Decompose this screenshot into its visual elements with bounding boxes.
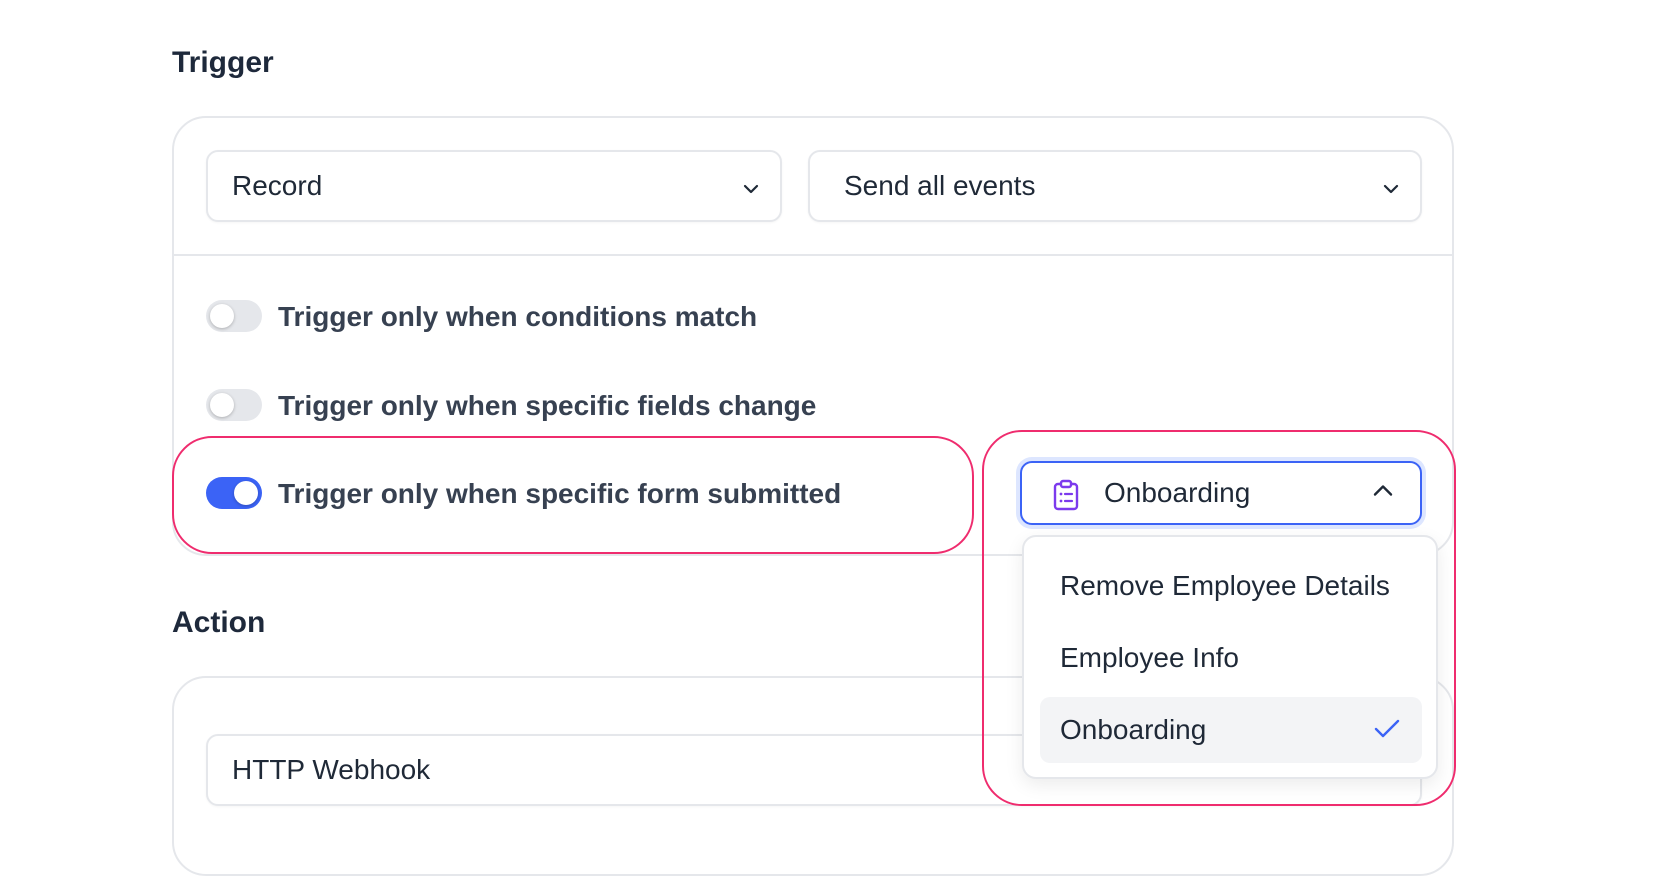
menu-option-employee-info[interactable]: Employee Info [1040, 625, 1422, 691]
events-select-value: Send all events [844, 170, 1036, 201]
form-select[interactable]: Onboarding [1020, 461, 1422, 525]
trigger-divider [174, 254, 1452, 256]
form-options-menu: Remove Employee Details Employee Info On… [1022, 535, 1438, 779]
trigger-section-title: Trigger [172, 46, 274, 79]
action-type-value: HTTP Webhook [232, 754, 431, 785]
fields-toggle-label: Trigger only when specific fields change [278, 390, 817, 421]
menu-option-label: Employee Info [1060, 642, 1239, 673]
chevron-up-icon [1372, 484, 1394, 503]
checkmark-icon [1374, 714, 1400, 746]
clipboard-list-icon [1052, 479, 1080, 516]
menu-option-onboarding[interactable]: Onboarding [1040, 697, 1422, 763]
toggle-knob [234, 481, 258, 505]
menu-option-label: Remove Employee Details [1060, 570, 1390, 601]
toggle-knob [210, 393, 234, 417]
menu-option-remove-employee-details[interactable]: Remove Employee Details [1040, 553, 1422, 619]
action-section-title: Action [172, 606, 266, 639]
chevron-down-icon [1382, 170, 1400, 202]
form-toggle-label: Trigger only when specific form submitte… [278, 478, 842, 509]
fields-toggle[interactable] [206, 389, 262, 421]
menu-option-label: Onboarding [1060, 714, 1207, 745]
events-select[interactable]: Send all events [808, 150, 1422, 222]
record-select-value: Record [232, 170, 323, 201]
toggle-knob [210, 304, 234, 328]
record-select[interactable]: Record [206, 150, 782, 222]
form-toggle[interactable] [206, 477, 262, 509]
chevron-down-icon [742, 170, 760, 202]
conditions-toggle-label: Trigger only when conditions match [278, 301, 758, 332]
conditions-toggle[interactable] [206, 300, 262, 332]
form-select-value: Onboarding [1104, 477, 1251, 508]
